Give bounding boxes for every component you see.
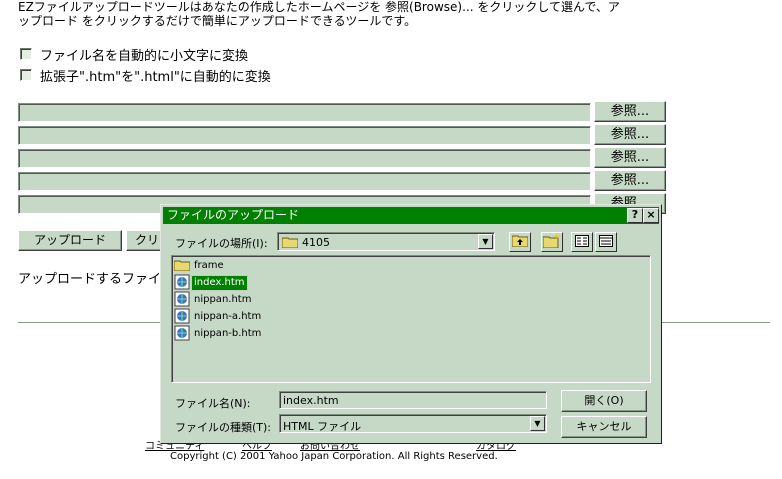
look-in-label: ファイルの場所(I): — [175, 237, 268, 250]
details-view-button[interactable] — [595, 232, 617, 252]
intro-line-1: EZファイルアップロードツールはあなたの作成したホームページを 参照(Brows… — [18, 0, 620, 14]
dialog-title: ファイルのアップロード — [167, 208, 300, 222]
extension-label: 拡張子".htm"を".html"に自動的に変換 — [40, 69, 271, 85]
file-item-frame[interactable]: frame — [173, 258, 226, 274]
chevron-down-icon[interactable]: ▼ — [478, 234, 493, 249]
list-view-icon — [575, 234, 589, 250]
details-view-icon — [599, 234, 613, 250]
look-in-value: 4105 — [302, 236, 330, 249]
browse-button-2[interactable]: 参照... — [594, 124, 666, 145]
browse-button-1[interactable]: 参照... — [594, 101, 666, 122]
file-upload-dialog: ファイルのアップロード ? × ファイルの場所(I): 4105 ▼ frame… — [160, 204, 662, 444]
browse-button-4[interactable]: 参照... — [594, 170, 666, 191]
file-item-nippan-b[interactable]: nippan-b.htm — [174, 325, 263, 344]
upload-files-label: アップロードするファイル — [18, 272, 175, 287]
file-field-4[interactable] — [18, 172, 591, 191]
browse-button-3[interactable]: 参照... — [594, 147, 666, 168]
file-name: nippan.htm — [194, 294, 252, 305]
file-field-2[interactable] — [18, 126, 591, 145]
intro-text: EZファイルアップロードツールはあなたの作成したホームページを 参照(Brows… — [18, 0, 678, 28]
filename-value: index.htm — [283, 394, 339, 407]
filename-label: ファイル名(N): — [175, 397, 251, 410]
file-item-nippan-a[interactable]: nippan-a.htm — [174, 308, 263, 325]
file-field-3[interactable] — [18, 149, 591, 168]
option-extension[interactable]: 拡張子".htm"を".html"に自動的に変換 — [20, 67, 271, 85]
intro-line-2: ップロード をクリックするだけで簡単にアップロードできるツールです。 — [18, 14, 417, 28]
help-icon[interactable]: ? — [627, 208, 643, 223]
list-view-button[interactable] — [571, 232, 593, 252]
file-name: frame — [194, 260, 224, 271]
file-field-1[interactable] — [18, 103, 591, 122]
new-folder-icon — [542, 233, 561, 251]
file-name: nippan-a.htm — [194, 311, 262, 322]
filetype-select[interactable]: HTML ファイル ▼ — [279, 414, 547, 433]
up-folder-button[interactable] — [509, 232, 531, 252]
file-list[interactable]: frame index.htm nippan.htm nippan-a.htm … — [171, 255, 651, 383]
file-name: index.htm — [191, 275, 248, 291]
upload-button[interactable]: アップロード — [18, 230, 122, 251]
folder-icon — [173, 259, 191, 274]
close-icon[interactable]: × — [643, 208, 659, 223]
filename-input[interactable]: index.htm — [279, 391, 547, 409]
lowercase-checkbox[interactable] — [20, 48, 32, 60]
cancel-button[interactable]: キャンセル — [561, 416, 647, 438]
chevron-down-icon[interactable]: ▼ — [530, 416, 545, 431]
dialog-titlebar[interactable]: ファイルのアップロード ? × — [163, 207, 659, 224]
extension-checkbox[interactable] — [20, 69, 32, 81]
folder-icon — [281, 236, 299, 251]
html-file-icon — [174, 325, 190, 344]
open-button[interactable]: 開く(O) — [561, 390, 647, 412]
new-folder-button[interactable] — [541, 232, 563, 252]
option-lowercase[interactable]: ファイル名を自動的に小文字に変換 — [20, 46, 249, 64]
look-in-select[interactable]: 4105 ▼ — [277, 232, 495, 251]
file-name: nippan-b.htm — [194, 328, 262, 339]
copyright: Copyright (C) 2001 Yahoo Japan Corporati… — [170, 451, 498, 462]
up-folder-icon — [511, 234, 529, 250]
filetype-value: HTML ファイル — [283, 420, 362, 433]
file-item-nippan[interactable]: nippan.htm — [174, 291, 253, 308]
lowercase-label: ファイル名を自動的に小文字に変換 — [40, 48, 249, 64]
file-item-index[interactable]: index.htm — [174, 274, 248, 291]
filetype-label: ファイルの種類(T): — [175, 421, 272, 434]
